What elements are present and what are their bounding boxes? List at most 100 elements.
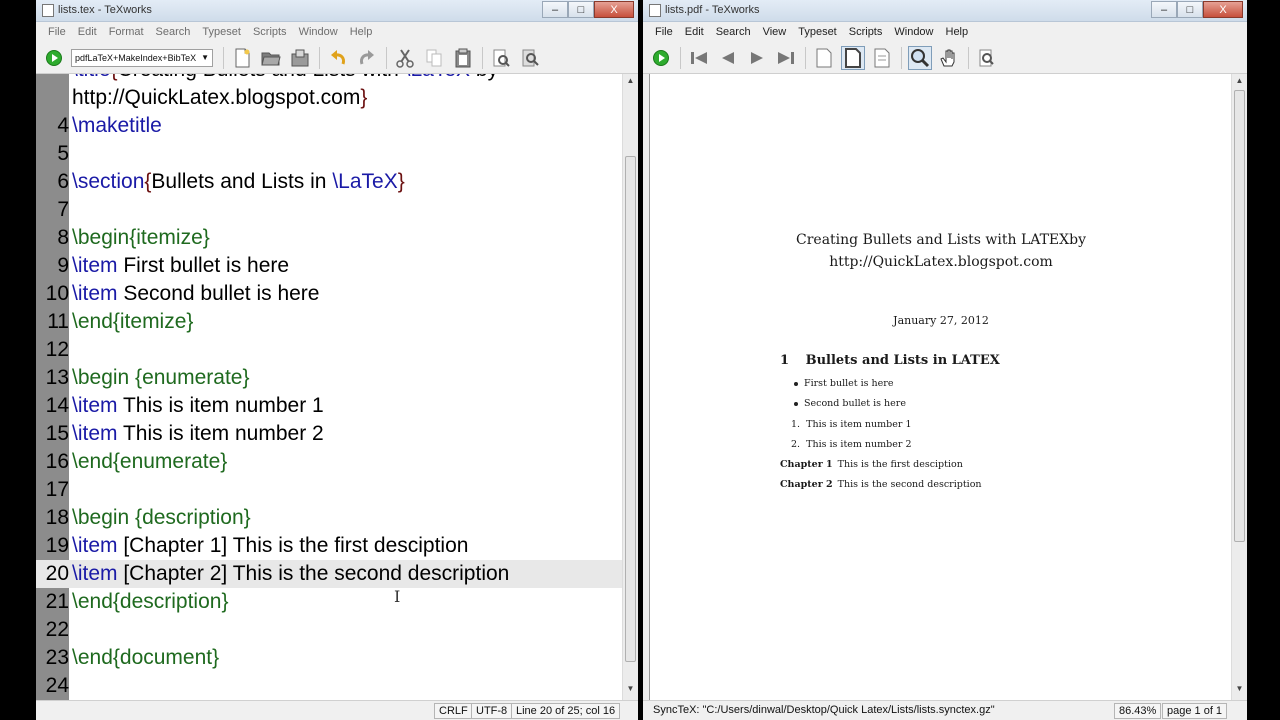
- minimize-button[interactable]: –: [542, 1, 568, 18]
- pdf-statusbar: SyncTeX: "C:/Users/dinwal/Desktop/Quick …: [643, 700, 1247, 720]
- menu-help[interactable]: Help: [946, 26, 969, 38]
- menu-edit[interactable]: Edit: [685, 26, 704, 38]
- redo-icon: [360, 49, 374, 64]
- menu-scripts[interactable]: Scripts: [849, 26, 883, 38]
- editor-line[interactable]: 23 \end{document}: [36, 644, 622, 672]
- folder-open-icon: [261, 52, 281, 65]
- typeset-engine-value: pdfLaTeX+MakeIndex+BibTeX: [75, 52, 197, 63]
- maximize-button[interactable]: □: [1177, 1, 1203, 18]
- menu-file[interactable]: File: [48, 26, 66, 38]
- editor-line[interactable]: 7: [36, 196, 622, 224]
- editor-line[interactable]: 5: [36, 140, 622, 168]
- undo-button[interactable]: [326, 46, 350, 70]
- menu-scripts[interactable]: Scripts: [253, 26, 287, 38]
- find-button[interactable]: [489, 46, 513, 70]
- editor-line[interactable]: 9 \item First bullet is here: [36, 252, 622, 280]
- editor-line[interactable]: 15 \item This is item number 2: [36, 420, 622, 448]
- editor-line[interactable]: 21 \end{description}: [36, 588, 622, 616]
- menu-format[interactable]: Format: [109, 26, 144, 38]
- menu-typeset[interactable]: Typeset: [202, 26, 241, 38]
- undo-icon: [331, 49, 345, 64]
- line-number: 20: [45, 562, 69, 585]
- editor-line[interactable]: 12: [36, 336, 622, 364]
- editor-vertical-scrollbar[interactable]: ▲ ▼: [622, 74, 638, 700]
- menu-file[interactable]: File: [655, 26, 673, 38]
- pdf-title-line-1: Creating Bullets and Lists with LATEXby: [796, 232, 1086, 248]
- minimize-button[interactable]: –: [1151, 1, 1177, 18]
- typeset-engine-select[interactable]: pdfLaTeX+MakeIndex+BibTeX ▼: [71, 48, 213, 67]
- pdf-enumerate-item: 1. This is item number 1: [791, 419, 912, 430]
- cut-button[interactable]: [393, 46, 417, 70]
- fit-window-button[interactable]: [870, 46, 894, 70]
- chevron-down-icon: ▼: [201, 52, 209, 62]
- editor-line[interactable]: 22: [36, 616, 622, 644]
- replace-icon: [522, 49, 539, 66]
- editor-line[interactable]: http://QuickLatex.blogspot.com}: [36, 84, 622, 112]
- scrollbar-thumb[interactable]: [1234, 90, 1245, 542]
- paste-button[interactable]: [451, 46, 475, 70]
- replace-button[interactable]: [518, 46, 542, 70]
- fit-width-button[interactable]: [841, 45, 865, 70]
- next-page-button[interactable]: [745, 46, 769, 70]
- line-number: 5: [57, 142, 69, 165]
- editor-line[interactable]: 24: [36, 672, 622, 700]
- editor-line[interactable]: 19 \item [Chapter 1] This is the first de…: [36, 532, 622, 560]
- editor-line[interactable]: 14 \item This is item number 1: [36, 392, 622, 420]
- menu-help[interactable]: Help: [350, 26, 373, 38]
- close-button[interactable]: X: [1203, 1, 1243, 18]
- editor-line[interactable]: 16 \end{enumerate}: [36, 448, 622, 476]
- menu-window[interactable]: Window: [299, 26, 338, 38]
- zoom-level[interactable]: 86.43%: [1114, 703, 1162, 719]
- copy-button[interactable]: [422, 46, 446, 70]
- open-button[interactable]: [259, 46, 283, 70]
- bullet-icon: [794, 381, 798, 386]
- scroll-down-icon[interactable]: ▼: [623, 684, 638, 698]
- previous-page-button[interactable]: [716, 46, 740, 70]
- scrollbar-thumb[interactable]: [625, 156, 636, 662]
- line-number: 12: [45, 338, 69, 361]
- find-button[interactable]: [975, 46, 999, 70]
- editor-line[interactable]: 6 \section{Bullets and Lists in \LaTeX}: [36, 168, 622, 196]
- menu-typeset[interactable]: Typeset: [798, 26, 837, 38]
- editor-line[interactable]: 10 \item Second bullet is here: [36, 280, 622, 308]
- scroll-tool-button[interactable]: [937, 46, 961, 70]
- menu-search[interactable]: Search: [716, 26, 751, 38]
- new-document-button[interactable]: [230, 46, 254, 70]
- redo-button[interactable]: [355, 46, 379, 70]
- encoding-indicator[interactable]: UTF-8: [471, 703, 513, 719]
- menu-window[interactable]: Window: [894, 26, 933, 38]
- editor-line[interactable]: 8 \begin{itemize}: [36, 224, 622, 252]
- pdf-vertical-scrollbar[interactable]: ▲ ▼: [1231, 74, 1247, 700]
- line-ending-indicator[interactable]: CRLF: [434, 703, 473, 719]
- editor-line[interactable]: 11 \end{itemize}: [36, 308, 622, 336]
- editor-line[interactable]: 18 \begin {description}: [36, 504, 622, 532]
- save-button[interactable]: [288, 46, 312, 70]
- editor-titlebar[interactable]: lists.tex - TeXworks – □ X: [36, 0, 638, 22]
- editor-line[interactable]: 4 \maketitle: [36, 112, 622, 140]
- actual-size-button[interactable]: [812, 46, 836, 70]
- menu-view[interactable]: View: [763, 26, 787, 38]
- editor-line[interactable]: 13 \begin {enumerate}: [36, 364, 622, 392]
- menu-search[interactable]: Search: [156, 26, 191, 38]
- menu-edit[interactable]: Edit: [78, 26, 97, 38]
- pdf-titlebar[interactable]: lists.pdf - TeXworks – □ X: [643, 0, 1247, 22]
- close-button[interactable]: X: [594, 1, 634, 18]
- maximize-button[interactable]: □: [568, 1, 594, 18]
- last-page-button[interactable]: [774, 46, 798, 70]
- pdf-preview[interactable]: Creating Bullets and Lists with LATEXby …: [649, 74, 1231, 700]
- editor-line[interactable]: 20 \item [Chapter 2] This is the second d…: [36, 560, 622, 588]
- line-number: 19: [45, 534, 69, 557]
- scroll-up-icon[interactable]: ▲: [623, 76, 638, 90]
- first-page-button[interactable]: [687, 46, 711, 70]
- scroll-down-icon[interactable]: ▼: [1232, 684, 1247, 698]
- page-indicator[interactable]: page 1 of 1: [1162, 703, 1228, 719]
- typeset-button[interactable]: [649, 46, 673, 70]
- scroll-up-icon[interactable]: ▲: [1232, 76, 1247, 90]
- code-editor[interactable]: \title{Creating Bullets and Lists with \…: [36, 74, 622, 700]
- editor-line[interactable]: \title{Creating Bullets and Lists with \…: [36, 74, 622, 84]
- typeset-button[interactable]: [42, 46, 66, 70]
- editor-line[interactable]: 17: [36, 476, 622, 504]
- pdf-bullet-item: Second bullet is here: [794, 398, 906, 409]
- toolbar-divider: [386, 46, 387, 69]
- magnify-tool-button[interactable]: [908, 45, 932, 70]
